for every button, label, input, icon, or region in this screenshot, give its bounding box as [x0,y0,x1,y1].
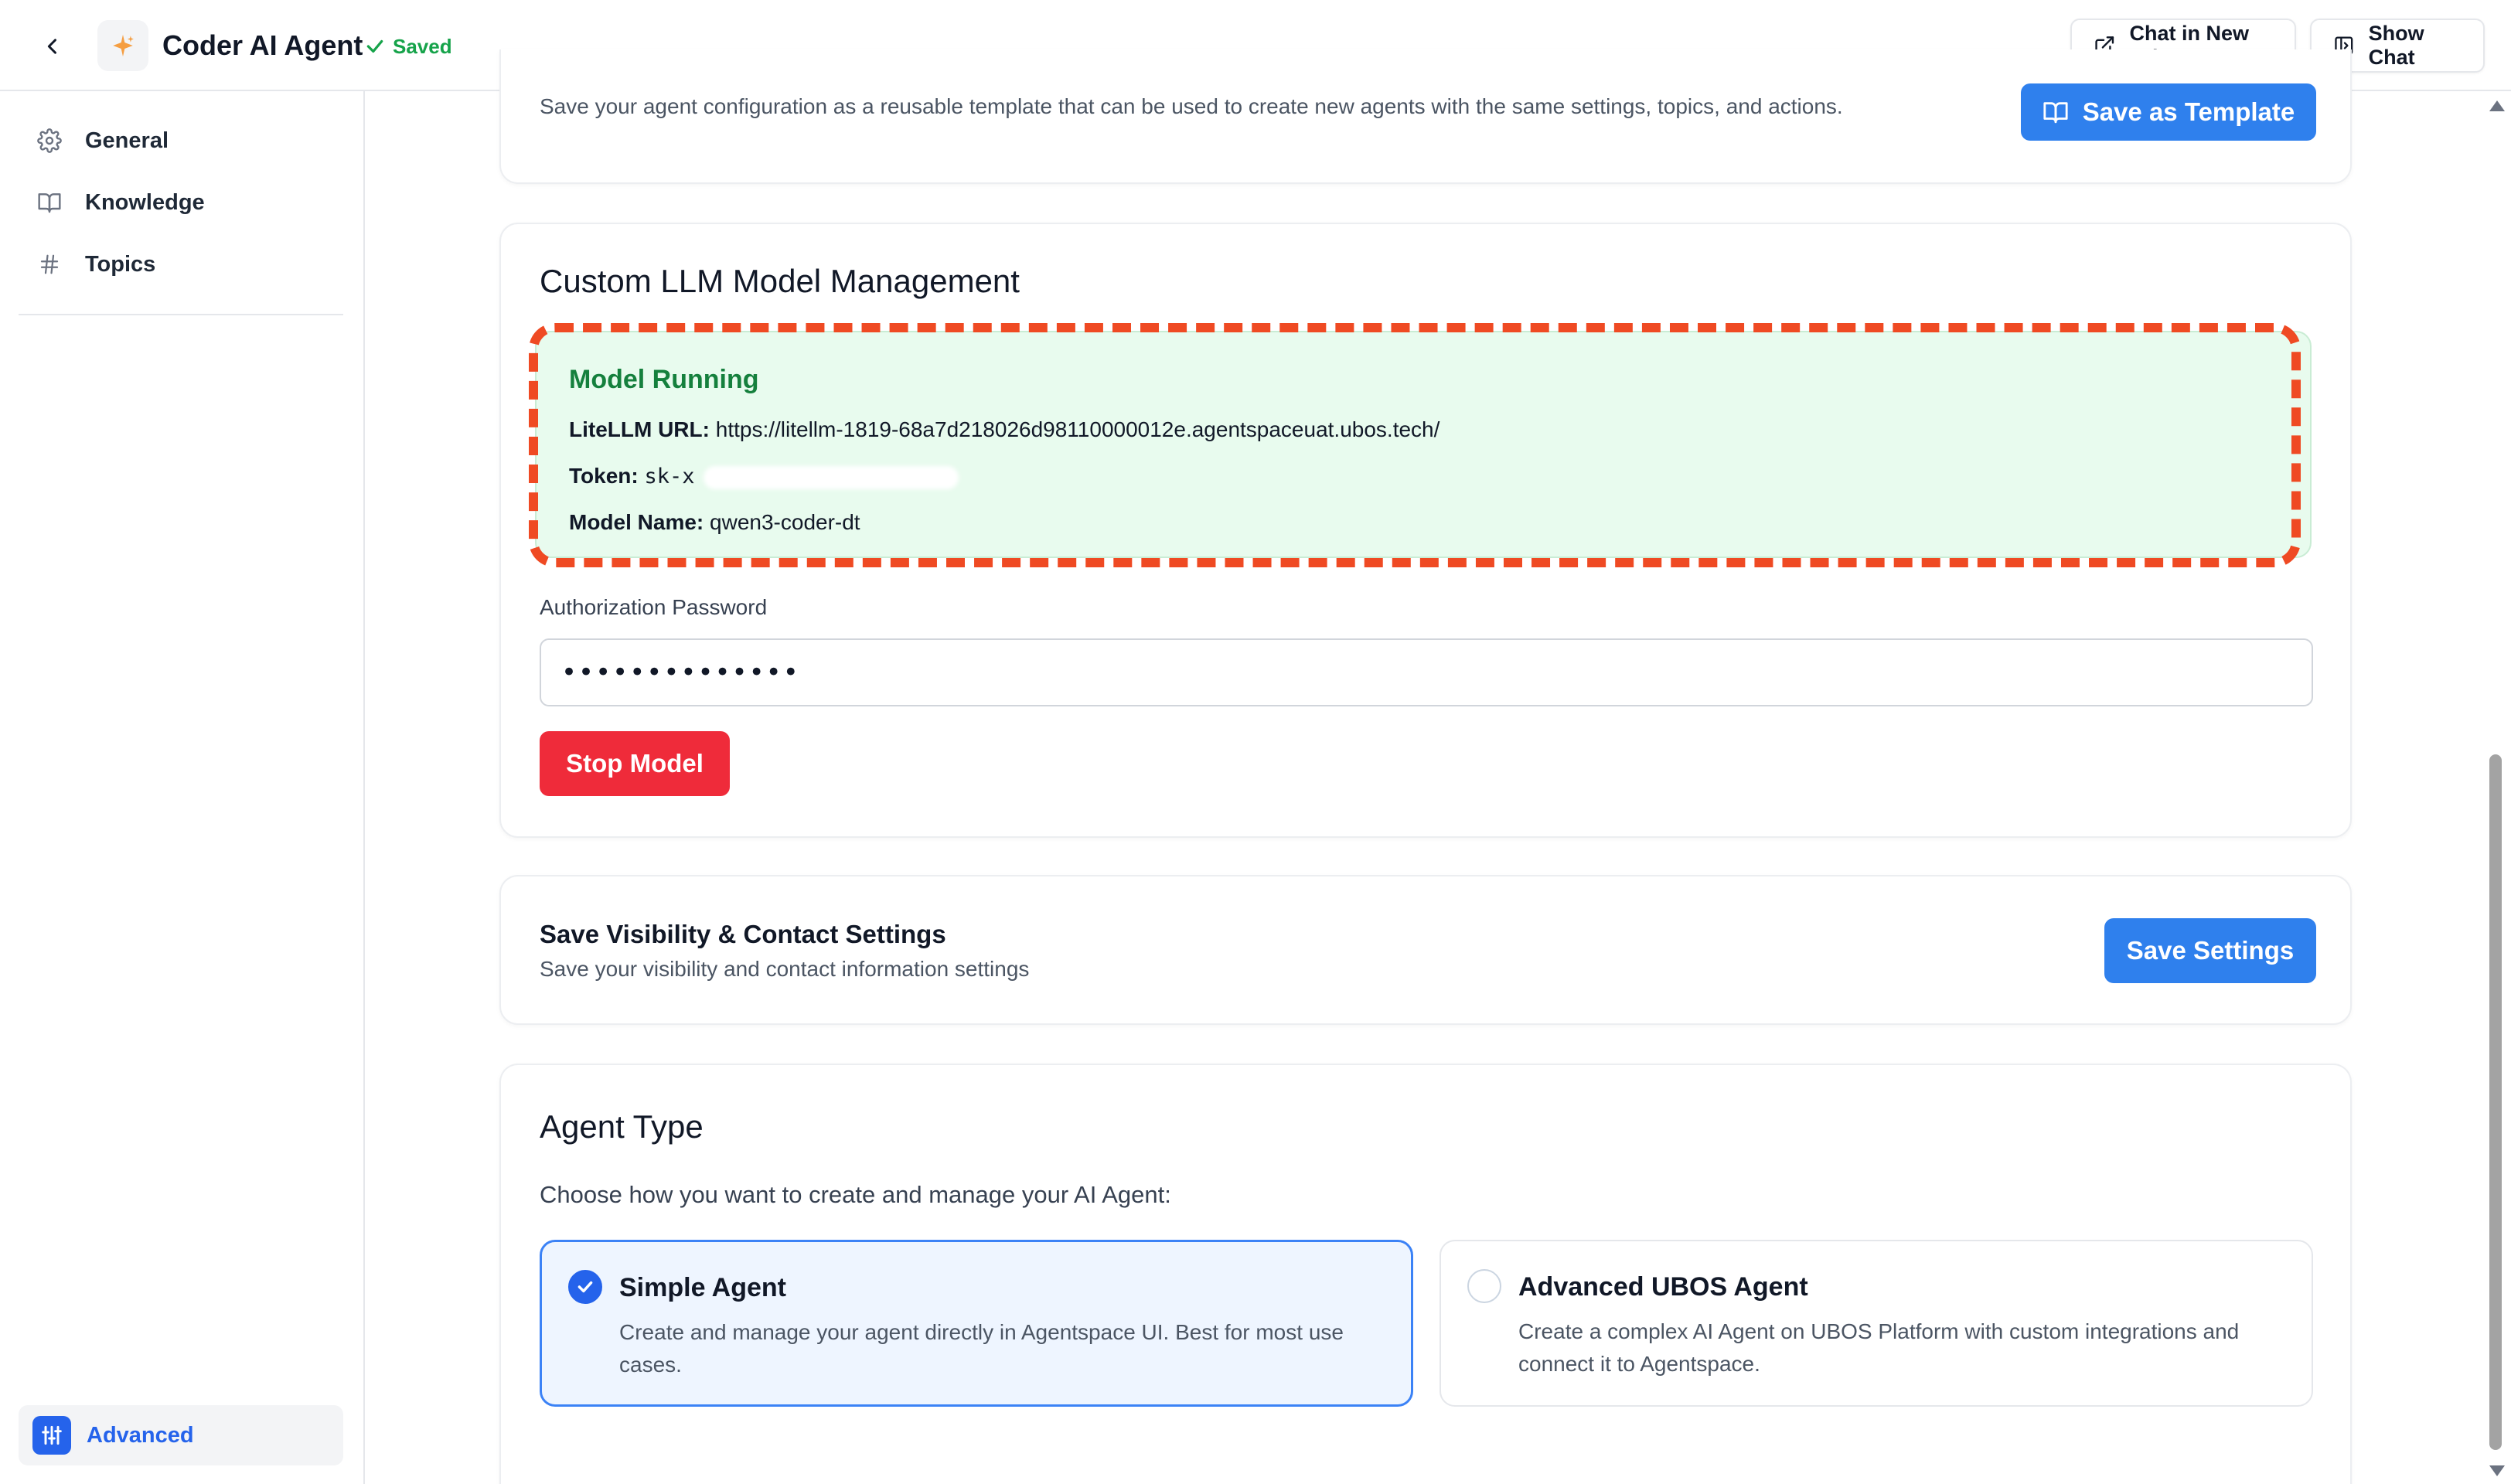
agent-type-card: Agent Type Choose how you want to create… [499,1064,2352,1484]
sidebar-advanced-label: Advanced [87,1422,194,1448]
saved-status: Saved [365,31,452,62]
litellm-url-label: LiteLLM URL: [569,417,710,441]
scroll-down-arrow-icon[interactable] [2489,1465,2505,1476]
agent-type-title: Agent Type [540,1108,704,1145]
advanced-ubos-agent-title: Advanced UBOS Agent [1518,1272,1808,1302]
agent-avatar [97,20,148,71]
visibility-settings-card: Save Visibility & Contact Settings Save … [499,875,2352,1025]
advanced-ubos-agent-description: Create a complex AI Agent on UBOS Platfo… [1518,1319,2240,1376]
sidebar-item-advanced[interactable]: Advanced [19,1405,343,1465]
model-name-row: Model Name: qwen3-coder-dt [569,510,860,535]
sidebar-item-label: Knowledge [85,189,205,215]
litellm-url-value: https://litellm-1819-68a7d218026d9811000… [715,417,1440,441]
show-chat-label: Show Chat [2368,22,2424,69]
sidebar: General Knowledge Topics Advanced [0,91,365,1484]
simple-agent-description: Create and manage your agent directly in… [619,1320,1344,1377]
sidebar-item-knowledge[interactable]: Knowledge [34,179,205,226]
model-name-value: qwen3-coder-dt [710,510,860,534]
visibility-subtitle: Save your visibility and contact informa… [540,957,1030,981]
sliders-icon [32,1416,71,1455]
check-icon [366,39,383,53]
sidebar-divider [19,314,343,315]
save-as-template-button[interactable]: Save as Template [2021,83,2316,141]
agent-type-description: Choose how you want to create and manage… [540,1181,1171,1208]
sidebar-item-label: General [85,128,169,153]
sidebar-item-label: Topics [85,251,156,277]
stop-model-button[interactable]: Stop Model [540,731,730,796]
model-status-title: Model Running [569,365,759,394]
scrollbar-thumb[interactable] [2489,754,2502,1450]
check-icon [577,1281,593,1293]
save-as-template-label: Save as Template [2082,97,2295,126]
simple-agent-title: Simple Agent [619,1273,786,1302]
gear-icon [34,125,65,156]
litellm-url-row: LiteLLM URL: https://litellm-1819-68a7d2… [569,417,1439,442]
template-description: Save your agent configuration as a reusa… [540,94,1843,118]
scroll-up-arrow-icon[interactable] [2489,100,2505,111]
back-button[interactable] [34,28,71,65]
token-value: sk-x [644,465,695,488]
simple-agent-option[interactable]: Simple Agent Create and manage your agen… [540,1240,1413,1407]
advanced-ubos-agent-option[interactable]: Advanced UBOS Agent Create a complex AI … [1439,1240,2313,1407]
agent-name: Coder AI Agent [162,29,363,61]
token-row: Token: sk-x [569,464,959,489]
simple-agent-radio[interactable] [568,1270,602,1304]
llm-section-title: Custom LLM Model Management [540,263,1020,299]
token-label: Token: [569,464,639,488]
authorization-password-label: Authorization Password [540,595,768,619]
visibility-title: Save Visibility & Contact Settings [540,920,946,948]
sparkle-icon [113,34,134,57]
sidebar-item-general[interactable]: General [34,117,169,164]
advanced-ubos-agent-radio[interactable] [1467,1269,1501,1303]
book-icon [34,187,65,218]
model-name-label: Model Name: [569,510,704,534]
chevron-left-icon [47,39,56,54]
sidebar-item-topics[interactable]: Topics [34,241,155,288]
saved-label: Saved [393,35,452,58]
template-card: Save your agent configuration as a reusa… [499,49,2352,184]
authorization-password-input[interactable] [540,638,2313,706]
save-settings-button[interactable]: Save Settings [2104,918,2316,983]
hash-icon [34,249,65,280]
vertical-scrollbar[interactable] [2482,91,2511,1484]
token-redaction [704,465,959,489]
book-icon [2043,102,2068,124]
custom-llm-card: Custom LLM Model Management Model Runnin… [499,223,2352,838]
